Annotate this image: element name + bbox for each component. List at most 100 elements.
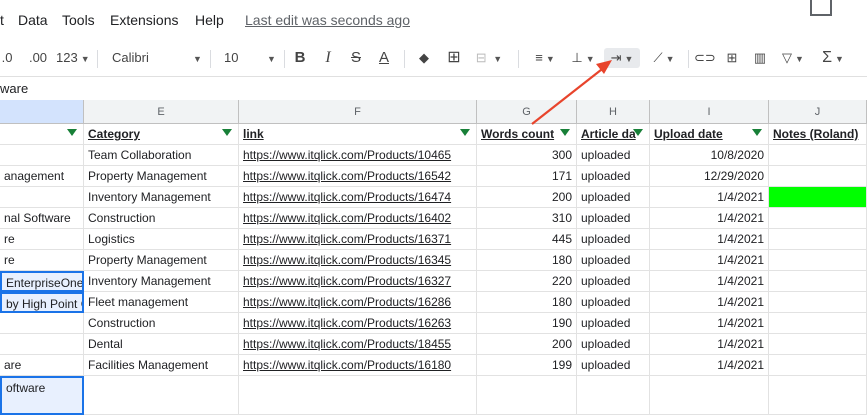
grid-cell[interactable]: oftware: [0, 376, 84, 415]
link-cell[interactable]: https://www.itqlick.com/Products/16286: [239, 292, 477, 313]
text-wrapping-icon[interactable]: ⇥ ▼: [604, 48, 640, 68]
grid-cell[interactable]: [0, 334, 84, 355]
italic-button[interactable]: I: [320, 48, 336, 68]
grid-cell[interactable]: 190: [477, 313, 577, 334]
header-cell-words[interactable]: Words count: [477, 124, 577, 145]
grid-cell[interactable]: 310: [477, 208, 577, 229]
grid-cell[interactable]: 1/4/2021: [650, 229, 769, 250]
filter-icon[interactable]: [460, 129, 470, 136]
grid-cell[interactable]: 12/29/2020: [650, 166, 769, 187]
grid-cell[interactable]: re: [0, 250, 84, 271]
chevron-down-icon[interactable]: ▼: [264, 48, 276, 68]
grid-cell[interactable]: 199: [477, 355, 577, 376]
grid-cell[interactable]: Fleet management: [84, 292, 239, 313]
grid-cell[interactable]: 445: [477, 229, 577, 250]
formula-bar[interactable]: ware: [0, 76, 867, 101]
header-cell-link[interactable]: link: [239, 124, 477, 145]
grid-cell[interactable]: [769, 250, 867, 271]
header-cell-category[interactable]: Category: [84, 124, 239, 145]
grid-cell[interactable]: [769, 292, 867, 313]
link-cell[interactable]: https://www.itqlick.com/Products/16542: [239, 166, 477, 187]
column-header-h[interactable]: H: [577, 100, 650, 124]
grid-cell[interactable]: 200: [477, 334, 577, 355]
increase-decimal-button[interactable]: .00: [28, 48, 48, 68]
menu-help[interactable]: Help: [195, 12, 224, 28]
bold-button[interactable]: B: [292, 48, 308, 68]
insert-chart-icon[interactable]: ▥: [750, 48, 770, 68]
grid-cell[interactable]: [769, 271, 867, 292]
chevron-down-icon[interactable]: ▼: [190, 48, 202, 68]
comment-icon[interactable]: [810, 0, 832, 16]
text-rotation-icon[interactable]: ⟋ ▼: [646, 48, 682, 68]
grid-cell[interactable]: uploaded: [577, 187, 650, 208]
grid-cell[interactable]: 1/4/2021: [650, 292, 769, 313]
last-edit-link[interactable]: Last edit was seconds ago: [245, 12, 410, 28]
grid-cell[interactable]: Property Management: [84, 166, 239, 187]
functions-button[interactable]: Σ ▼: [816, 48, 850, 68]
grid-cell[interactable]: [650, 376, 769, 415]
grid-cell[interactable]: anagement: [0, 166, 84, 187]
filter-icon[interactable]: [633, 129, 643, 136]
text-color-button[interactable]: A: [376, 48, 392, 68]
column-header-i[interactable]: I: [650, 100, 769, 124]
decrease-decimal-button[interactable]: .0: [0, 48, 14, 68]
link-cell[interactable]: https://www.itqlick.com/Products/16474: [239, 187, 477, 208]
grid-cell[interactable]: re: [0, 229, 84, 250]
grid-cell[interactable]: [769, 313, 867, 334]
column-header-j[interactable]: J: [769, 100, 867, 124]
link-cell[interactable]: https://www.itqlick.com/Products/10465: [239, 145, 477, 166]
grid-cell[interactable]: by High Point G: [0, 292, 84, 313]
grid-cell[interactable]: Dental: [84, 334, 239, 355]
grid-cell[interactable]: 1/4/2021: [650, 250, 769, 271]
grid-cell[interactable]: uploaded: [577, 229, 650, 250]
grid-cell[interactable]: [0, 145, 84, 166]
grid-cell[interactable]: [239, 376, 477, 415]
grid-cell[interactable]: [769, 145, 867, 166]
grid-cell[interactable]: 1/4/2021: [650, 313, 769, 334]
grid-cell[interactable]: are: [0, 355, 84, 376]
vertical-align-icon[interactable]: ⊥ ▼: [566, 48, 600, 68]
grid-cell[interactable]: [477, 376, 577, 415]
grid-cell[interactable]: 1/4/2021: [650, 271, 769, 292]
font-family-select[interactable]: Calibri: [112, 48, 202, 68]
insert-link-icon[interactable]: ⊂⊃: [694, 48, 716, 68]
header-cell-notes[interactable]: Notes (Roland): [769, 124, 867, 145]
filter-icon[interactable]: ▽ ▼: [778, 48, 808, 68]
grid-cell[interactable]: Property Management: [84, 250, 239, 271]
link-cell[interactable]: https://www.itqlick.com/Products/16345: [239, 250, 477, 271]
menu-data[interactable]: Data: [18, 12, 48, 28]
link-cell[interactable]: https://www.itqlick.com/Products/16263: [239, 313, 477, 334]
grid-cell[interactable]: uploaded: [577, 334, 650, 355]
grid-cell[interactable]: EnterpriseOne: [0, 271, 84, 292]
grid-cell[interactable]: 180: [477, 292, 577, 313]
grid-cell[interactable]: [769, 355, 867, 376]
column-header-e[interactable]: E: [84, 100, 239, 124]
filter-icon[interactable]: [222, 129, 232, 136]
grid-cell[interactable]: [577, 376, 650, 415]
grid-cell[interactable]: 171: [477, 166, 577, 187]
grid-cell[interactable]: 220: [477, 271, 577, 292]
link-cell[interactable]: https://www.itqlick.com/Products/16180: [239, 355, 477, 376]
merge-cells-icon[interactable]: ⊟ ▼: [474, 48, 504, 68]
grid-cell[interactable]: 180: [477, 250, 577, 271]
borders-icon[interactable]: ⊞: [444, 48, 464, 68]
grid-cell[interactable]: uploaded: [577, 208, 650, 229]
filter-icon[interactable]: [67, 129, 77, 136]
grid-cell[interactable]: [769, 229, 867, 250]
link-cell[interactable]: https://www.itqlick.com/Products/16402: [239, 208, 477, 229]
grid-cell[interactable]: [0, 313, 84, 334]
grid-cell[interactable]: 300: [477, 145, 577, 166]
header-cell-upload[interactable]: Upload date: [650, 124, 769, 145]
grid-cell[interactable]: Construction: [84, 208, 239, 229]
horizontal-align-icon[interactable]: ≡ ▼: [528, 48, 562, 68]
column-header-f[interactable]: F: [239, 100, 477, 124]
header-cell-article[interactable]: Article da: [577, 124, 650, 145]
grid-cell[interactable]: uploaded: [577, 292, 650, 313]
grid-cell[interactable]: 1/4/2021: [650, 355, 769, 376]
grid-cell[interactable]: uploaded: [577, 313, 650, 334]
grid-cell[interactable]: [0, 187, 84, 208]
grid-cell[interactable]: Inventory Management: [84, 187, 239, 208]
link-cell[interactable]: https://www.itqlick.com/Products/16327: [239, 271, 477, 292]
grid-cell[interactable]: uploaded: [577, 271, 650, 292]
column-header-g[interactable]: G: [477, 100, 577, 124]
